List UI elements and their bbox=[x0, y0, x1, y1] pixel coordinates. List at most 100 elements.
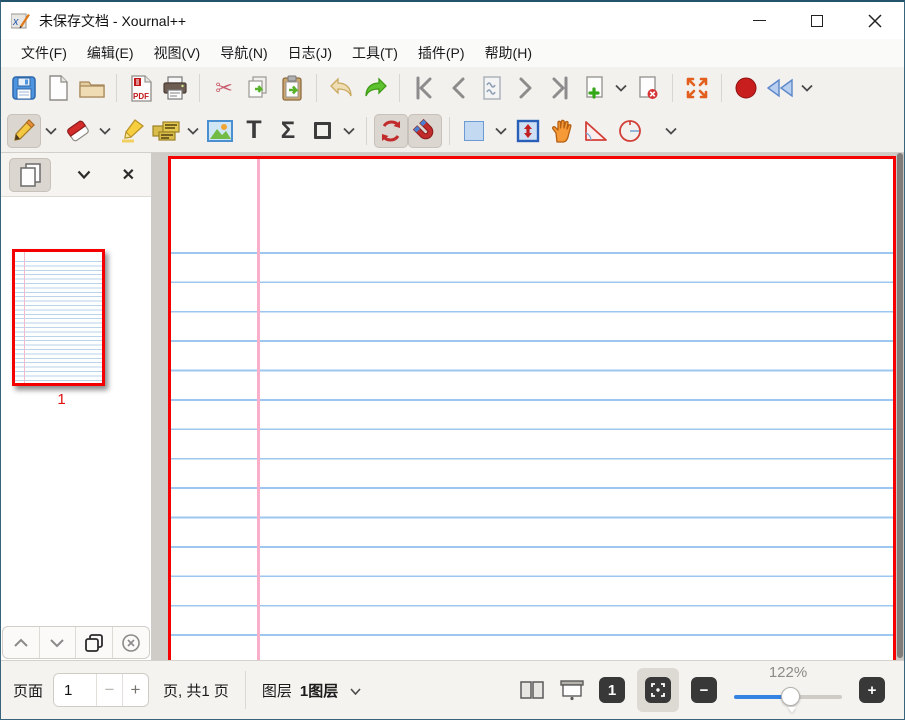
zoom-out-button[interactable]: − bbox=[691, 677, 717, 703]
layer-selector-chevron[interactable] bbox=[350, 682, 361, 699]
shape-options-chevron[interactable] bbox=[339, 114, 359, 148]
dual-page-view-button[interactable] bbox=[519, 680, 545, 700]
zoom-slider[interactable]: 122% bbox=[734, 668, 842, 712]
menu-help[interactable]: 帮助(H) bbox=[475, 40, 542, 66]
zoom-fit-button[interactable] bbox=[645, 677, 671, 703]
copy-button[interactable] bbox=[241, 71, 275, 105]
sidebar-close-button[interactable]: ✕ bbox=[114, 165, 143, 185]
tools-options-chevron[interactable] bbox=[661, 114, 681, 148]
menu-navigate[interactable]: 导航(N) bbox=[210, 40, 277, 66]
compass-button[interactable] bbox=[613, 114, 647, 148]
page-thumbnail[interactable] bbox=[12, 249, 105, 386]
close-button[interactable] bbox=[846, 2, 904, 39]
paste-icon bbox=[280, 75, 304, 102]
eraser-tool-button[interactable] bbox=[61, 114, 95, 148]
chevron-down-icon bbox=[343, 127, 355, 135]
magnet-icon bbox=[412, 118, 438, 144]
export-pdf-button[interactable]: PDF bbox=[124, 71, 158, 105]
selection-options-chevron[interactable] bbox=[491, 114, 511, 148]
rewind-audio-button[interactable] bbox=[763, 71, 797, 105]
redo-button[interactable] bbox=[358, 71, 392, 105]
save-icon bbox=[11, 75, 37, 101]
fullscreen-button[interactable] bbox=[680, 71, 714, 105]
thumbnail-list: 1 bbox=[1, 197, 151, 626]
svg-text:x: x bbox=[12, 16, 19, 28]
toolbar-separator bbox=[721, 74, 722, 102]
first-page-icon bbox=[413, 76, 435, 100]
select-region-button[interactable] bbox=[457, 114, 491, 148]
page-ruling bbox=[171, 252, 893, 660]
cut-button[interactable]: ✂ bbox=[207, 71, 241, 105]
chevron-down-icon bbox=[77, 170, 91, 179]
page-increment-button[interactable]: + bbox=[122, 674, 148, 706]
menu-plugins[interactable]: 插件(P) bbox=[408, 40, 475, 66]
document-canvas[interactable] bbox=[152, 153, 904, 660]
page-number-input[interactable] bbox=[54, 674, 96, 706]
sidebar-page-down-button[interactable] bbox=[40, 627, 77, 658]
open-button[interactable] bbox=[75, 71, 109, 105]
highlighter-icon bbox=[119, 118, 145, 144]
toolbar-separator bbox=[316, 74, 317, 102]
maximize-button[interactable] bbox=[788, 2, 846, 39]
new-document-button[interactable] bbox=[41, 71, 75, 105]
sidebar-page-up-button[interactable] bbox=[3, 627, 40, 658]
paste-button[interactable] bbox=[275, 71, 309, 105]
vertical-scrollbar[interactable] bbox=[896, 153, 904, 660]
pen-options-chevron[interactable] bbox=[41, 114, 61, 148]
sidebar-preview-pages-button[interactable] bbox=[9, 158, 51, 192]
goto-annotated-page-button[interactable] bbox=[475, 71, 509, 105]
pen-tool-button[interactable] bbox=[7, 114, 41, 148]
sidebar-delete-page-button[interactable] bbox=[113, 627, 150, 658]
audio-options-chevron[interactable] bbox=[797, 71, 817, 105]
menu-tools[interactable]: 工具(T) bbox=[342, 40, 408, 66]
eraser-options-chevron[interactable] bbox=[95, 114, 115, 148]
vertical-space-button[interactable] bbox=[511, 114, 545, 148]
record-audio-button[interactable] bbox=[729, 71, 763, 105]
layer-selector-value[interactable]: 1图层 bbox=[300, 680, 338, 701]
delete-page-button[interactable] bbox=[631, 71, 665, 105]
main-area: ✕ 1 bbox=[1, 153, 904, 660]
zoom-fit-button-pressed[interactable] bbox=[637, 668, 679, 712]
add-page-button[interactable] bbox=[577, 71, 611, 105]
hand-tool-button[interactable] bbox=[545, 114, 579, 148]
shape-tool-button[interactable] bbox=[305, 114, 339, 148]
menu-journal[interactable]: 日志(J) bbox=[278, 40, 342, 66]
grid-snap-button[interactable] bbox=[408, 114, 442, 148]
image-tool-button[interactable] bbox=[203, 114, 237, 148]
zoom-100-button[interactable]: 1 bbox=[599, 677, 625, 703]
first-page-button[interactable] bbox=[407, 71, 441, 105]
print-button[interactable] bbox=[158, 71, 192, 105]
text-tool-icon: T bbox=[246, 118, 261, 143]
scrollbar-thumb[interactable] bbox=[897, 153, 903, 658]
last-page-button[interactable] bbox=[543, 71, 577, 105]
rotation-snap-button[interactable] bbox=[374, 114, 408, 148]
next-page-button[interactable] bbox=[509, 71, 543, 105]
shape-square-icon bbox=[314, 122, 331, 139]
minimize-button[interactable] bbox=[730, 2, 788, 39]
sidebar-options-chevron[interactable] bbox=[77, 166, 91, 184]
menu-view[interactable]: 视图(V) bbox=[144, 40, 211, 66]
zoom-in-button[interactable]: + bbox=[859, 677, 885, 703]
previous-page-button[interactable] bbox=[441, 71, 475, 105]
select-pdf-text-button[interactable] bbox=[149, 114, 183, 148]
tex-tool-button[interactable]: Σ bbox=[271, 114, 305, 148]
add-page-options-chevron[interactable] bbox=[611, 71, 631, 105]
chevron-down-icon bbox=[187, 127, 199, 135]
page-decrement-button[interactable]: − bbox=[96, 674, 122, 706]
highlighter-tool-button[interactable] bbox=[115, 114, 149, 148]
sidebar-copy-page-button[interactable] bbox=[76, 627, 113, 658]
text-selection-options-chevron[interactable] bbox=[183, 114, 203, 148]
text-tool-button[interactable]: T bbox=[237, 114, 271, 148]
tex-tool-icon: Σ bbox=[281, 119, 295, 143]
undo-button[interactable] bbox=[324, 71, 358, 105]
zoom-slider-handle[interactable] bbox=[781, 687, 800, 706]
maximize-icon bbox=[811, 15, 823, 27]
presentation-mode-button[interactable] bbox=[559, 679, 585, 701]
menu-edit[interactable]: 编辑(E) bbox=[77, 40, 144, 66]
save-button[interactable] bbox=[7, 71, 41, 105]
xournalpp-window: x 未保存文档 - Xournal++ 文件(F) 编辑(E) 视图(V) 导航… bbox=[0, 0, 905, 720]
document-page[interactable] bbox=[168, 156, 896, 660]
setsquare-button[interactable] bbox=[579, 114, 613, 148]
menu-file[interactable]: 文件(F) bbox=[11, 40, 77, 66]
window-title: 未保存文档 - Xournal++ bbox=[39, 11, 186, 31]
